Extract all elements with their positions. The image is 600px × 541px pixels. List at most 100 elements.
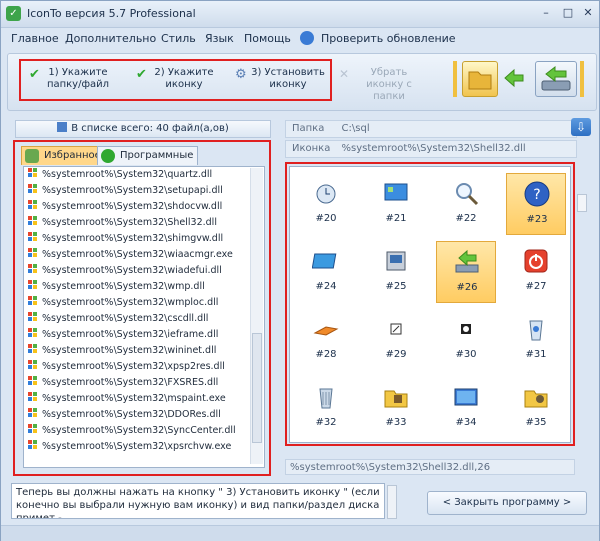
file-list-panel: В списке всего: 40 файл(а,ов) Избранное … — [11, 118, 273, 528]
grid-scrollbar[interactable] — [577, 194, 587, 212]
icon-index-label: #31 — [525, 349, 547, 360]
list-item[interactable]: %systemroot%\System32\xpsp2res.dll — [24, 359, 264, 375]
close-program-button[interactable]: < Закрыть программу > — [427, 491, 587, 515]
window-title: IconTo версия 5.7 Professional — [27, 7, 196, 20]
menu-style[interactable]: Стиль — [161, 32, 196, 45]
icon-cell[interactable]: #27 — [506, 241, 566, 303]
shell-icon — [524, 390, 548, 408]
file-count-bar: В списке всего: 40 файл(а,ов) — [15, 120, 271, 138]
file-path: %systemroot%\System32\FXSRES.dll — [42, 377, 219, 388]
file-list[interactable]: %systemroot%\System32\quartz.dll %systemr… — [23, 166, 265, 468]
list-item[interactable]: %systemroot%\System32\Shell32.dll — [24, 215, 264, 231]
list-item[interactable]: %systemroot%\System32\shdocvw.dll — [24, 199, 264, 215]
maximize-button[interactable]: □ — [557, 5, 579, 21]
icon-cell[interactable]: #32 — [296, 377, 356, 439]
list-item[interactable]: %systemroot%\System32\wiadefui.dll — [24, 263, 264, 279]
step2-button[interactable]: 2) Укажите иконку — [149, 67, 219, 91]
list-item[interactable]: %systemroot%\System32\shimgvw.dll — [24, 231, 264, 247]
menu-extra[interactable]: Дополнительно — [65, 32, 156, 45]
file-path: %systemroot%\System32\shimgvw.dll — [42, 233, 224, 244]
list-item[interactable]: %systemroot%\System32\SyncCenter.dll — [24, 423, 264, 439]
tab-favorites[interactable]: Избранное — [21, 146, 106, 165]
step1-button[interactable]: 1) Укажите папку/файл — [43, 67, 113, 91]
icon-source-path: %systemroot%\System32\Shell32.dll — [341, 143, 526, 154]
list-item[interactable]: %systemroot%\System32\mspaint.exe — [24, 391, 264, 407]
icon-cell[interactable]: #33 — [366, 377, 426, 439]
windows-file-icon — [28, 312, 38, 322]
message-scrollbar[interactable] — [387, 485, 397, 519]
icon-panel: Папка C:\sql ⇩ Иконка %systemroot%\Syste… — [281, 118, 595, 528]
list-item[interactable]: %systemroot%\System32\wmploc.dll — [24, 295, 264, 311]
icon-cell[interactable]: #20 — [296, 173, 356, 235]
shell-icon — [529, 320, 543, 341]
windows-file-icon — [28, 328, 38, 338]
selected-icon-status: %systemroot%\System32\Shell32.dll,26 — [285, 459, 575, 475]
file-path: %systemroot%\System32\xpsrchvw.exe — [42, 441, 232, 452]
windows-file-icon — [28, 248, 38, 258]
scrollbar-thumb[interactable] — [252, 333, 262, 443]
icon-cell[interactable]: ? #23 — [506, 173, 566, 235]
step3-button[interactable]: 3) Установить иконку — [249, 67, 327, 91]
file-path: %systemroot%\System32\wiaacmgr.exe — [42, 249, 233, 260]
file-path: %systemroot%\System32\xpsp2res.dll — [42, 361, 225, 372]
icon-index-label: #34 — [455, 417, 477, 428]
icon-cell[interactable]: #30 — [436, 309, 496, 371]
install-drive-button[interactable] — [535, 61, 577, 97]
list-item[interactable]: %systemroot%\System32\FXSRES.dll — [24, 375, 264, 391]
file-list-scrollbar[interactable] — [250, 168, 263, 464]
icon-cell[interactable]: #22 — [436, 173, 496, 235]
minimize-button[interactable]: – — [535, 5, 557, 21]
list-item[interactable]: %systemroot%\System32\quartz.dll — [24, 167, 264, 183]
file-path: %systemroot%\System32\DDORes.dll — [42, 409, 221, 420]
list-item[interactable]: %systemroot%\System32\wmp.dll — [24, 279, 264, 295]
list-item[interactable]: %systemroot%\System32\DDORes.dll — [24, 407, 264, 423]
list-item[interactable]: %systemroot%\System32\wininet.dll — [24, 343, 264, 359]
app-window: ✓ IconTo версия 5.7 Professional – □ ✕ Г… — [0, 0, 600, 541]
update-icon — [300, 31, 314, 45]
icon-index-label: #30 — [455, 349, 477, 360]
step2-label: 2) Укажите иконку — [154, 67, 214, 90]
folder-line: Папка C:\sql — [285, 120, 577, 138]
remove-icon-button[interactable]: Убрать иконку с папки — [351, 67, 427, 103]
icon-cell[interactable]: #28 — [296, 309, 356, 371]
icon-cell[interactable]: #21 — [366, 173, 426, 235]
windows-file-icon — [28, 392, 38, 402]
list-item[interactable]: %systemroot%\System32\setupapi.dll — [24, 183, 264, 199]
tab-programs[interactable]: Программные — [97, 146, 199, 165]
icon-cell[interactable]: #26 — [436, 241, 496, 303]
icon-cell[interactable]: #24 — [296, 241, 356, 303]
menu-language[interactable]: Язык — [205, 32, 234, 45]
status-bar — [1, 525, 599, 541]
list-item[interactable]: %systemroot%\System32\cscdll.dll — [24, 311, 264, 327]
icon-cell[interactable]: #34 — [436, 377, 496, 439]
file-path: %systemroot%\System32\shdocvw.dll — [42, 201, 223, 212]
icon-cell[interactable]: #31 — [506, 309, 566, 371]
arrow-left-icon[interactable] — [503, 68, 525, 88]
svg-text:?: ? — [533, 187, 540, 203]
title-bar: ✓ IconTo версия 5.7 Professional – □ ✕ — [1, 1, 599, 28]
close-window-button[interactable]: ✕ — [577, 5, 599, 21]
step1-label: 1) Укажите папку/файл — [46, 67, 110, 90]
step1-check-icon: ✔ — [29, 67, 40, 82]
windows-file-icon — [28, 200, 38, 210]
download-icon[interactable]: ⇩ — [571, 118, 591, 136]
icon-cell[interactable]: #35 — [506, 377, 566, 439]
open-folder-button[interactable] — [462, 61, 498, 97]
menu-bar: Главное Дополнительно Стиль Язык Помощь … — [1, 28, 599, 50]
step3-label: 3) Установить иконку — [251, 67, 325, 90]
list-item[interactable]: %systemroot%\System32\ieframe.dll — [24, 327, 264, 343]
hint-message: Теперь вы должны нажать на кнопку " 3) У… — [11, 483, 385, 519]
shell-icon: ? — [524, 181, 550, 207]
icon-cell[interactable]: #25 — [366, 241, 426, 303]
list-item[interactable]: %systemroot%\System32\xpsrchvw.exe — [24, 439, 264, 455]
windows-file-icon — [28, 360, 38, 370]
shell-icon — [461, 324, 471, 334]
menu-check-update[interactable]: Проверить обновление — [321, 32, 456, 45]
menu-help[interactable]: Помощь — [244, 32, 291, 45]
favorites-icon — [25, 149, 39, 163]
menu-main[interactable]: Главное — [11, 32, 59, 45]
windows-file-icon — [28, 440, 38, 450]
shell-icon — [456, 183, 479, 206]
icon-cell[interactable]: #29 — [366, 309, 426, 371]
list-item[interactable]: %systemroot%\System32\wiaacmgr.exe — [24, 247, 264, 263]
